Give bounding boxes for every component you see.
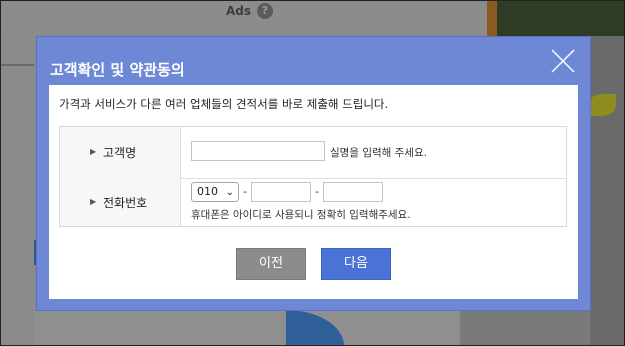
phone-separator: - <box>243 185 247 198</box>
name-row: ▶ 고객명 실명을 입력해 주세요. <box>60 127 566 179</box>
phone-label-cell: ▶ 전화번호 <box>60 178 181 226</box>
name-hint: 실명을 입력해 주세요. <box>330 147 427 159</box>
bullet-arrow-icon: ▶ <box>90 147 97 156</box>
phone-prefix-select[interactable]: 010 ⌄ <box>191 182 239 202</box>
close-button[interactable] <box>551 49 575 73</box>
background-left-panel <box>0 34 34 346</box>
background-photo-edge <box>487 0 497 36</box>
phone-prefix-value: 010 <box>197 185 218 198</box>
customer-name-input[interactable] <box>191 141 325 161</box>
prev-button[interactable]: 이전 <box>236 248 306 280</box>
chevron-down-icon: ⌄ <box>225 187 234 198</box>
bullet-arrow-icon: ▶ <box>90 197 97 206</box>
customer-confirm-modal: 고객확인 및 약관동의 가격과 서비스가 다른 여러 업체들의 견적서를 바로 … <box>36 36 591 311</box>
background-bottom-right <box>460 310 590 346</box>
next-button[interactable]: 다음 <box>321 248 391 280</box>
intro-text: 가격과 서비스가 다른 여러 업체들의 견적서를 바로 제출해 드립니다. <box>59 97 389 111</box>
name-label-cell: ▶ 고객명 <box>60 127 181 178</box>
modal-body: 가격과 서비스가 다른 여러 업체들의 견적서를 바로 제출해 드립니다. ▶ … <box>49 85 578 299</box>
phone-hint: 휴대폰은 아이디로 사용되니 정확히 입력해주세요. <box>191 209 411 221</box>
customer-form: ▶ 고객명 실명을 입력해 주세요. ▶ 전화번호 010 ⌄ - - 휴대폰은… <box>59 126 567 227</box>
name-label: 고객명 <box>103 146 137 160</box>
background-photo <box>490 0 625 36</box>
background-divider <box>0 64 34 66</box>
modal-header: 고객확인 및 약관동의 <box>37 37 590 85</box>
phone-row: ▶ 전화번호 010 ⌄ - - 휴대폰은 아이디로 사용되니 정확히 입력해주… <box>60 178 566 226</box>
ads-label: Ads <box>226 4 252 18</box>
modal-title: 고객확인 및 약관동의 <box>50 61 185 79</box>
phone-last-input[interactable] <box>323 182 383 202</box>
phone-separator: - <box>315 185 319 198</box>
background-right-panel <box>590 0 625 346</box>
close-icon <box>551 49 575 73</box>
ads-help-icon: ? <box>257 3 273 19</box>
background-leaf-image <box>588 94 616 116</box>
phone-middle-input[interactable] <box>251 182 311 202</box>
phone-label: 전화번호 <box>103 196 148 210</box>
